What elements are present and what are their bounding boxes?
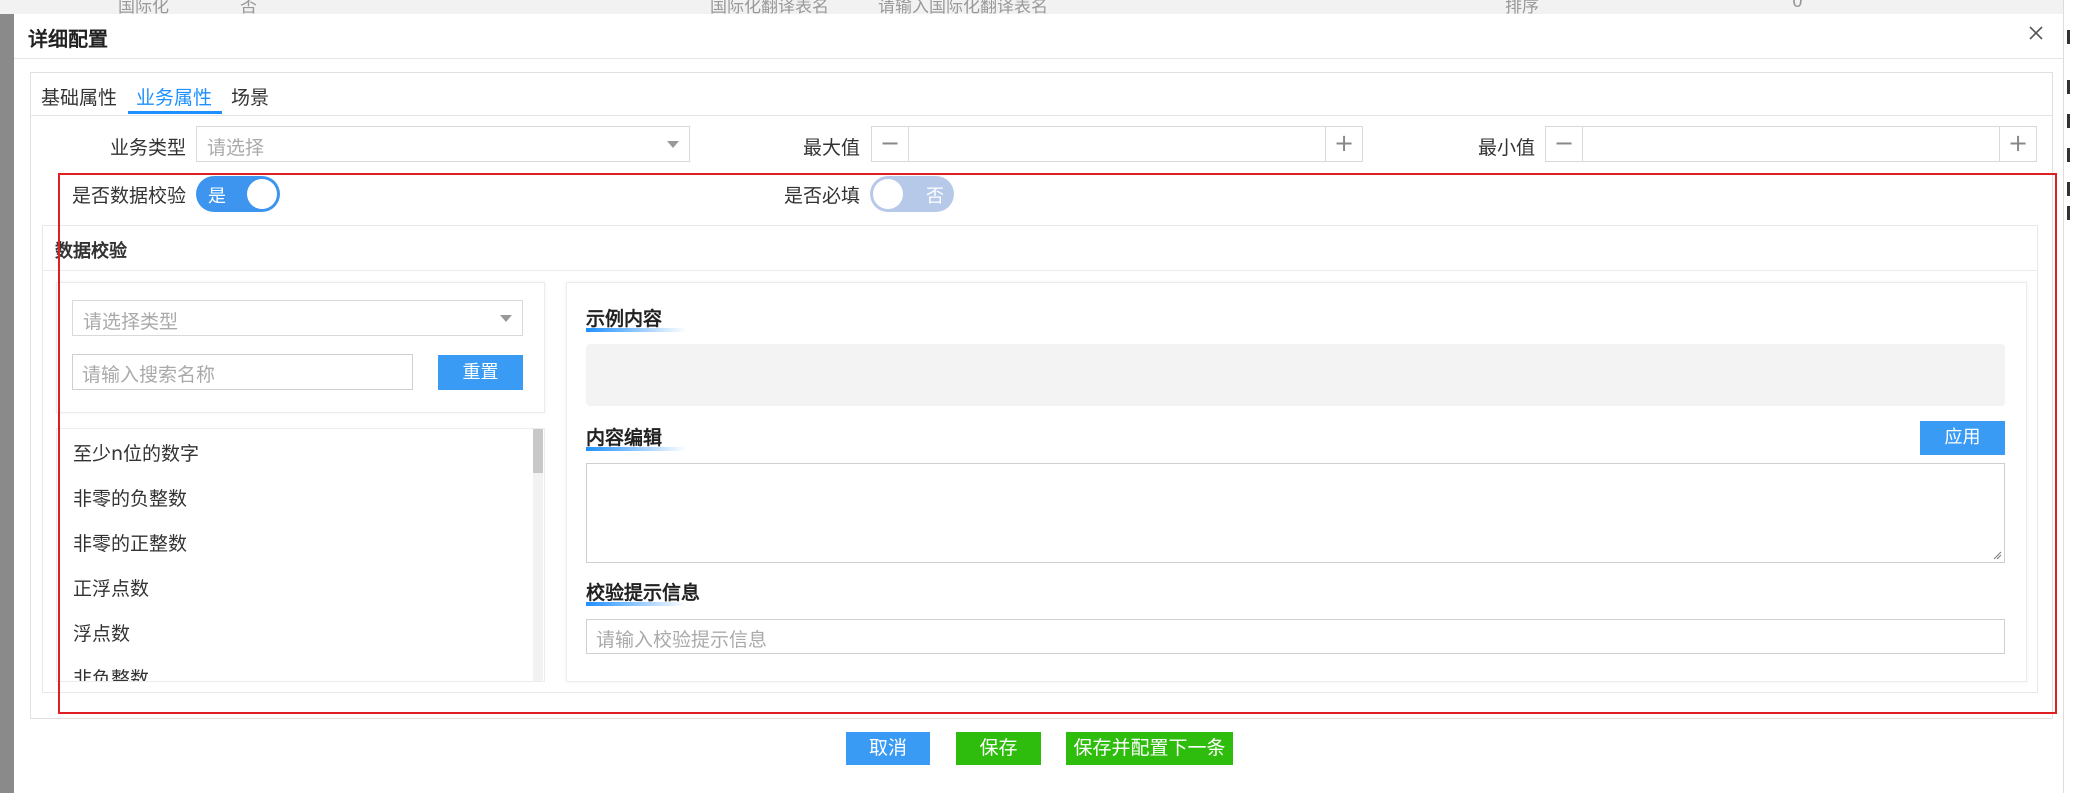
max-minus-button[interactable]: − <box>872 127 909 161</box>
min-value-label: 最小值 <box>1477 137 1535 159</box>
chevron-down-icon <box>667 141 679 148</box>
data-check-toggle-text: 是 <box>208 186 226 207</box>
modal-title: 详细配置 <box>28 27 108 51</box>
bg-value-sort: 0 <box>1792 0 1803 12</box>
required-toggle-text: 否 <box>926 186 944 207</box>
rule-list-item[interactable]: 非负整数 <box>73 664 149 681</box>
example-content-title: 示例内容 <box>586 308 663 330</box>
rule-list-scroll-thumb[interactable] <box>533 429 543 473</box>
tip-message-underline <box>586 602 686 606</box>
bg-label-i18n-table: 国际化翻译表名 <box>710 0 829 14</box>
cancel-button[interactable]: 取消 <box>846 732 930 765</box>
background-right-strip <box>2063 0 2077 793</box>
min-plus-button[interactable]: + <box>1999 127 2036 161</box>
rule-type-placeholder: 请选择类型 <box>83 311 179 333</box>
min-minus-button[interactable]: − <box>1546 127 1583 161</box>
business-type-label: 业务类型 <box>109 137 186 159</box>
modal-header: 详细配置 <box>14 14 2063 59</box>
data-check-toggle[interactable]: 是 <box>196 176 280 212</box>
required-label: 是否必填 <box>783 185 860 207</box>
chevron-down-icon <box>500 315 512 322</box>
example-content-box <box>586 344 2005 406</box>
data-validation-header: 数据校验 <box>43 226 2037 271</box>
content-edit-title: 内容编辑 <box>586 427 663 449</box>
business-type-select[interactable]: 请选择 <box>196 126 690 162</box>
data-check-label: 是否数据校验 <box>71 185 186 207</box>
apply-button[interactable]: 应用 <box>1920 421 2005 455</box>
active-tab-indicator <box>128 111 222 114</box>
rule-list-item[interactable]: 至少n位的数字 <box>73 439 199 466</box>
example-title-underline <box>586 328 686 332</box>
save-and-next-button[interactable]: 保存并配置下一条 <box>1066 732 1233 765</box>
tip-message-title: 校验提示信息 <box>586 582 701 604</box>
toggle-knob <box>873 179 903 209</box>
tab-business-attributes[interactable]: 业务属性 <box>136 83 212 110</box>
rule-type-select[interactable]: 请选择类型 <box>72 300 523 336</box>
rule-list: 至少n位的数字 非零的负整数 非零的正整数 正浮点数 浮点数 非负整数 <box>56 428 545 682</box>
max-plus-button[interactable]: + <box>1325 127 1362 161</box>
content-edit-underline <box>586 447 686 451</box>
reset-button[interactable]: 重置 <box>438 355 523 390</box>
tab-scene[interactable]: 场景 <box>231 83 269 110</box>
tip-message-placeholder: 请输入校验提示信息 <box>596 629 768 651</box>
data-validation-title: 数据校验 <box>55 241 127 262</box>
resize-handle-icon[interactable] <box>1992 550 2002 560</box>
required-toggle[interactable]: 否 <box>870 176 954 212</box>
content-edit-textarea[interactable] <box>586 463 2005 563</box>
rule-list-item[interactable]: 正浮点数 <box>73 574 149 601</box>
save-button[interactable]: 保存 <box>956 732 1041 765</box>
rule-list-item[interactable]: 非零的负整数 <box>73 484 187 511</box>
bg-label-sort: 排序 <box>1505 0 1539 14</box>
background-form-row: 国际化 否 国际化翻译表名 请输入国际化翻译表名 排序 0 <box>0 0 2077 14</box>
toggle-knob <box>247 179 277 209</box>
bg-value-i18n: 否 <box>240 0 257 14</box>
max-value-stepper[interactable]: − + <box>871 126 1363 162</box>
close-icon[interactable] <box>2025 22 2047 44</box>
tab-basic-attributes[interactable]: 基础属性 <box>41 83 117 110</box>
rule-list-item[interactable]: 非零的正整数 <box>73 529 187 556</box>
tabs-bar: 基础属性 业务属性 场景 <box>31 73 2052 116</box>
min-value-stepper[interactable]: − + <box>1545 126 2037 162</box>
bg-label-i18n: 国际化 <box>118 0 169 14</box>
business-type-placeholder: 请选择 <box>207 137 265 159</box>
rule-list-item[interactable]: 浮点数 <box>73 619 130 646</box>
tip-message-input[interactable]: 请输入校验提示信息 <box>586 619 2005 654</box>
bg-input-i18n-table: 请输入国际化翻译表名 <box>878 0 1048 14</box>
rule-search-input[interactable]: 请输入搜索名称 <box>72 354 413 390</box>
rule-search-placeholder: 请输入搜索名称 <box>82 364 216 386</box>
max-value-label: 最大值 <box>802 137 860 159</box>
